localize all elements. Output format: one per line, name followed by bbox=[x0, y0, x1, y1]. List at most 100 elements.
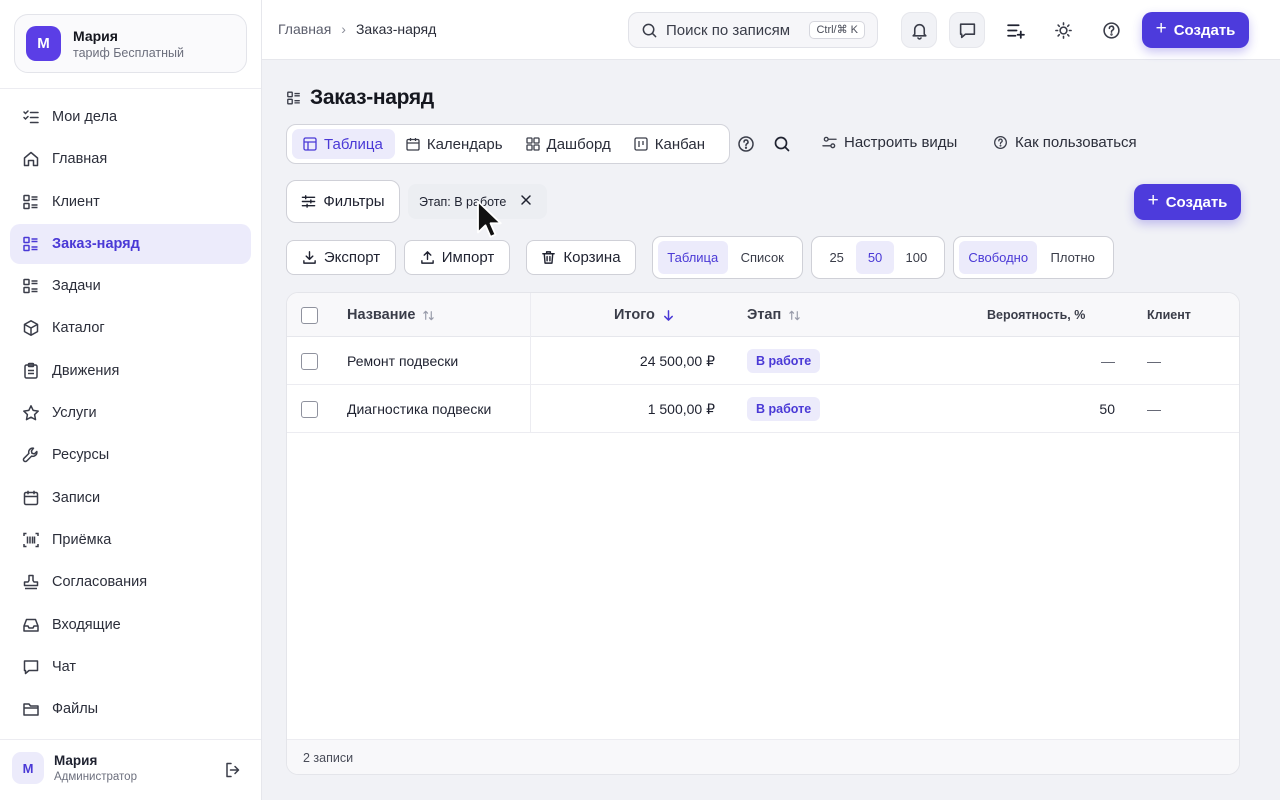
column-label: Название bbox=[347, 307, 416, 323]
sidebar-item-label: Файлы bbox=[52, 701, 99, 718]
list-add-icon bbox=[1006, 23, 1025, 39]
theme-toggle-button[interactable] bbox=[1045, 12, 1081, 48]
density-loose[interactable]: Свободно bbox=[959, 241, 1038, 274]
sidebar-item-chat[interactable]: Чат bbox=[10, 647, 251, 687]
table-row[interactable]: Ремонт подвески 24 500,00 ₽ В работе — — bbox=[287, 337, 1239, 385]
checklist-icon bbox=[23, 110, 39, 124]
row-checkbox[interactable] bbox=[301, 353, 318, 370]
search-icon[interactable] bbox=[773, 135, 791, 153]
column-header-client[interactable]: Клиент bbox=[1147, 308, 1191, 322]
table-header: Название Итого Этап Вероятность, % Клиен… bbox=[287, 293, 1239, 337]
current-user[interactable]: М Мария Администратор bbox=[12, 752, 137, 784]
cell-name: Диагностика подвески bbox=[347, 401, 492, 417]
sidebar-item-approvals[interactable]: Согласования bbox=[10, 562, 251, 602]
create-record-button[interactable]: + Создать bbox=[1134, 184, 1241, 220]
sidebar-item-receiving[interactable]: Приёмка bbox=[10, 520, 251, 560]
trash-button[interactable]: Корзина bbox=[526, 240, 636, 275]
import-button[interactable]: Импорт bbox=[404, 240, 510, 275]
tab-calendar[interactable]: Календарь bbox=[395, 129, 515, 159]
sidebar-item-work-order[interactable]: Заказ-наряд bbox=[10, 223, 251, 264]
cell-probability: 50 bbox=[1099, 401, 1115, 417]
plus-icon: + bbox=[1147, 190, 1159, 211]
avatar: М bbox=[12, 752, 44, 784]
column-header-stage[interactable]: Этап bbox=[747, 307, 801, 323]
sidebar-item-tasks[interactable]: Задачи bbox=[10, 266, 251, 306]
user-role: Администратор bbox=[54, 771, 137, 783]
list-icon bbox=[23, 194, 38, 209]
tab-label: Таблица bbox=[324, 135, 383, 153]
add-list-button[interactable] bbox=[997, 12, 1033, 48]
sidebar-item-files[interactable]: Файлы bbox=[10, 689, 251, 729]
search-shortcut: Ctrl/⌘ K bbox=[809, 21, 865, 39]
divider bbox=[0, 88, 261, 89]
column-header-total[interactable]: Итого bbox=[614, 307, 675, 323]
breadcrumb-current: Заказ-наряд bbox=[355, 21, 437, 37]
global-search[interactable]: Ctrl/⌘ K bbox=[628, 12, 878, 48]
help-button[interactable] bbox=[1093, 12, 1129, 48]
sidebar-item-label: Задачи bbox=[52, 278, 101, 295]
sidebar-item-inbox[interactable]: Входящие bbox=[10, 605, 251, 645]
list-icon bbox=[23, 278, 38, 294]
select-all-checkbox[interactable] bbox=[301, 307, 318, 324]
messages-button[interactable] bbox=[949, 12, 985, 48]
sidebar-item-services[interactable]: Услуги bbox=[10, 393, 251, 433]
display-mode-list[interactable]: Список bbox=[728, 241, 798, 274]
density-compact[interactable]: Плотно bbox=[1037, 241, 1108, 274]
how-to-label: Как пользоваться bbox=[1015, 134, 1137, 151]
sidebar-item-client[interactable]: Клиент bbox=[10, 182, 251, 222]
logout-icon[interactable] bbox=[224, 761, 242, 779]
page-size-25[interactable]: 25 bbox=[817, 241, 856, 274]
column-label: Этап bbox=[747, 307, 782, 323]
page-size-100[interactable]: 100 bbox=[894, 241, 939, 274]
help-icon[interactable] bbox=[737, 135, 755, 153]
sidebar-item-label: Записи bbox=[52, 489, 101, 506]
row-checkbox[interactable] bbox=[301, 401, 318, 418]
page-title: Заказ-наряд bbox=[286, 86, 434, 110]
sidebar-item-appointments[interactable]: Записи bbox=[10, 478, 251, 518]
sidebar-item-label: Движения bbox=[52, 362, 120, 379]
sidebar: М Мария тариф Бесплатный Мои дела Главна… bbox=[0, 0, 262, 800]
sidebar-item-my-tasks[interactable]: Мои дела bbox=[10, 97, 251, 137]
create-button[interactable]: + Создать bbox=[1142, 12, 1249, 48]
cell-probability: — bbox=[1101, 353, 1115, 369]
sort-desc-icon bbox=[663, 309, 673, 321]
page-size-50[interactable]: 50 bbox=[856, 241, 894, 274]
breadcrumb: Главная › Заказ-наряд bbox=[278, 21, 436, 37]
breadcrumb-home[interactable]: Главная bbox=[278, 21, 331, 37]
cell-name: Ремонт подвески bbox=[347, 353, 459, 369]
barcode-icon bbox=[23, 532, 39, 548]
workspace-user-card[interactable]: М Мария тариф Бесплатный bbox=[14, 14, 247, 73]
home-icon bbox=[23, 152, 39, 167]
help-icon bbox=[1102, 21, 1120, 39]
column-header-probability[interactable]: Вероятность, % bbox=[987, 308, 1085, 322]
tab-table[interactable]: Таблица bbox=[292, 129, 395, 159]
calendar-icon bbox=[406, 138, 420, 151]
close-icon[interactable] bbox=[519, 193, 533, 207]
notifications-button[interactable] bbox=[901, 12, 937, 48]
sidebar-item-movements[interactable]: Движения bbox=[10, 351, 251, 391]
filters-button[interactable]: Фильтры bbox=[286, 180, 400, 223]
sidebar-item-resources[interactable]: Ресурсы bbox=[10, 435, 251, 475]
table-row[interactable]: Диагностика подвески 1 500,00 ₽ В работе… bbox=[287, 385, 1239, 433]
sidebar-item-label: Входящие bbox=[52, 616, 121, 633]
search-input[interactable] bbox=[666, 21, 798, 39]
chevron-right-icon: › bbox=[341, 21, 346, 37]
display-mode-table[interactable]: Таблица bbox=[658, 241, 728, 274]
export-button[interactable]: Экспорт bbox=[286, 240, 396, 275]
sidebar-item-label: Мои дела bbox=[52, 109, 118, 125]
cell-client: — bbox=[1147, 401, 1161, 417]
table-footer: 2 записи bbox=[287, 739, 1239, 774]
sidebar-item-label: Согласования bbox=[52, 574, 148, 591]
cell-total: 24 500,00 ₽ bbox=[639, 353, 715, 369]
sidebar-item-catalog[interactable]: Каталог bbox=[10, 308, 251, 348]
tab-dashboard[interactable]: Дашборд bbox=[515, 129, 623, 159]
tab-kanban[interactable]: Канбан bbox=[623, 129, 717, 159]
configure-views-button[interactable]: Настроить виды bbox=[822, 134, 957, 151]
column-label: Итого bbox=[614, 307, 655, 323]
display-mode-switch: Таблица Список bbox=[652, 236, 803, 279]
record-count: 2 записи bbox=[303, 751, 354, 765]
sidebar-item-home[interactable]: Главная bbox=[10, 139, 251, 179]
kanban-icon bbox=[634, 137, 648, 151]
column-header-name[interactable]: Название bbox=[347, 307, 435, 323]
how-to-button[interactable]: Как пользоваться bbox=[993, 134, 1137, 151]
